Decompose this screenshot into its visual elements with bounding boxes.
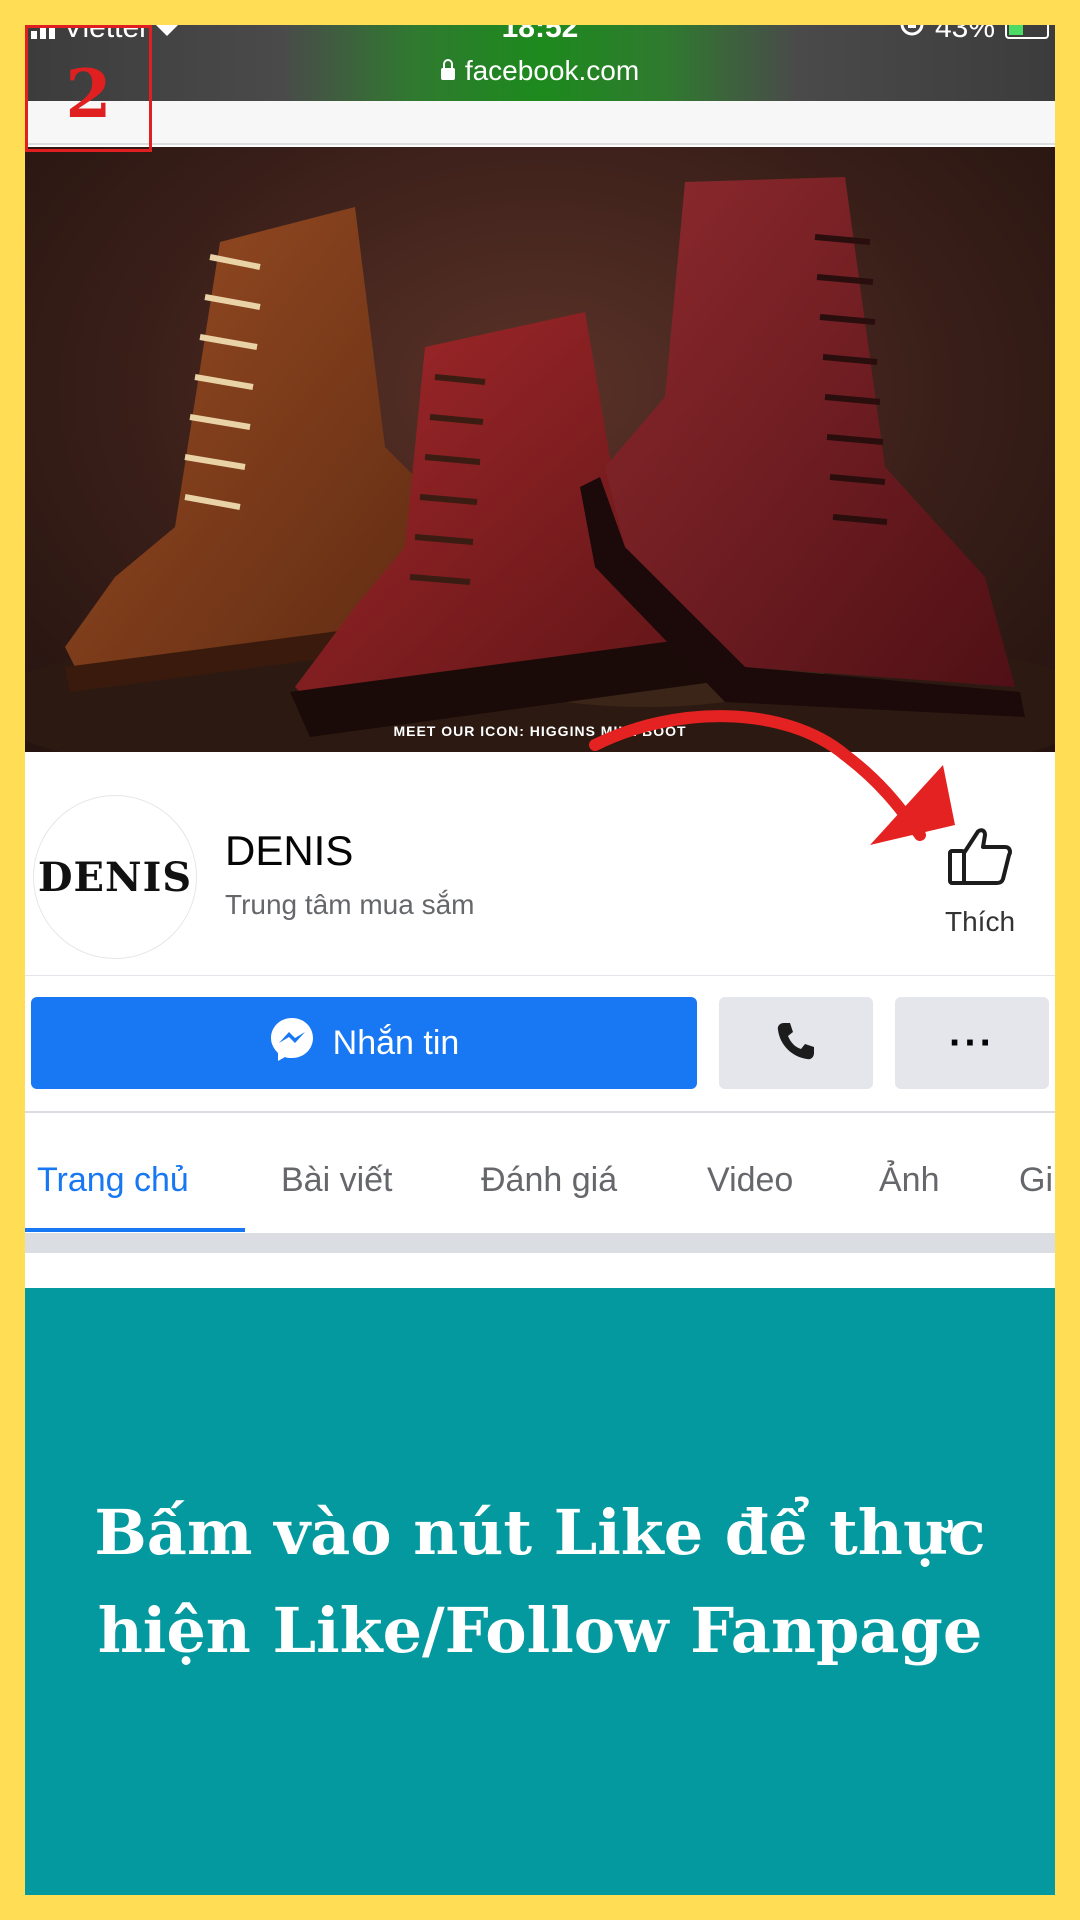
divider [25,975,1055,976]
message-label: Nhắn tin [332,1023,460,1062]
call-button[interactable] [719,997,873,1089]
battery-icon [1005,25,1049,39]
instruction-line-1: Bấm vào nút Like để thực [94,1495,986,1569]
page-name[interactable]: DENIS [225,827,353,875]
ios-status-bar: Viettel 18:52 43% [25,25,1055,45]
screenshot-frame: Viettel 18:52 43% facebook.com MEET OUR … [25,25,1055,1895]
messenger-icon [269,1016,315,1071]
message-button[interactable]: Nhắn tin [31,997,697,1089]
tab-reviews[interactable]: Đánh giá [481,1161,617,1200]
like-label: Thích [944,906,1016,937]
page-tabs: Trang chủ Bài viết Đánh giá Video Ảnh Gi [25,1115,1055,1231]
tab-video[interactable]: Video [707,1161,793,1200]
url-bar[interactable]: facebook.com [25,51,1055,91]
step-number-badge: 2 [25,25,152,152]
active-tab-indicator [25,1228,245,1232]
divider [25,1111,1055,1113]
instruction-text: Bấm vào nút Like để thực hiện Like/Follo… [94,1484,985,1680]
boots-illustration [25,177,1055,752]
url-text: facebook.com [464,55,640,86]
instruction-line-2: hiện Like/Follow Fanpage [97,1593,983,1667]
phone-icon [775,1020,817,1067]
battery-percent: 43% [934,25,995,44]
lock-icon [440,59,455,80]
page-avatar[interactable]: DENIS [33,795,197,959]
cover-photo[interactable]: MEET OUR ICON: HIGGINS MILL BOOT [25,147,1055,752]
thumbs-up-icon [947,825,1013,892]
tab-more[interactable]: Gi [1019,1161,1053,1200]
section-separator [25,1233,1055,1253]
tab-home[interactable]: Trang chủ [37,1161,189,1200]
cover-caption: MEET OUR ICON: HIGGINS MILL BOOT [393,723,687,739]
more-options-button[interactable]: ··· [895,997,1049,1089]
tab-photos[interactable]: Ảnh [879,1161,940,1200]
browser-status-bar: Viettel 18:52 43% facebook.com [25,25,1055,101]
tab-posts[interactable]: Bài viết [281,1161,393,1200]
page-category: Trung tâm mua sắm [225,889,475,920]
status-right: 43% [899,25,1049,45]
like-button[interactable]: Thích [925,825,1035,955]
instruction-panel: Bấm vào nút Like để thực hiện Like/Follo… [25,1288,1055,1895]
browser-toolbar-band [25,101,1055,145]
rotation-lock-icon [899,25,925,45]
